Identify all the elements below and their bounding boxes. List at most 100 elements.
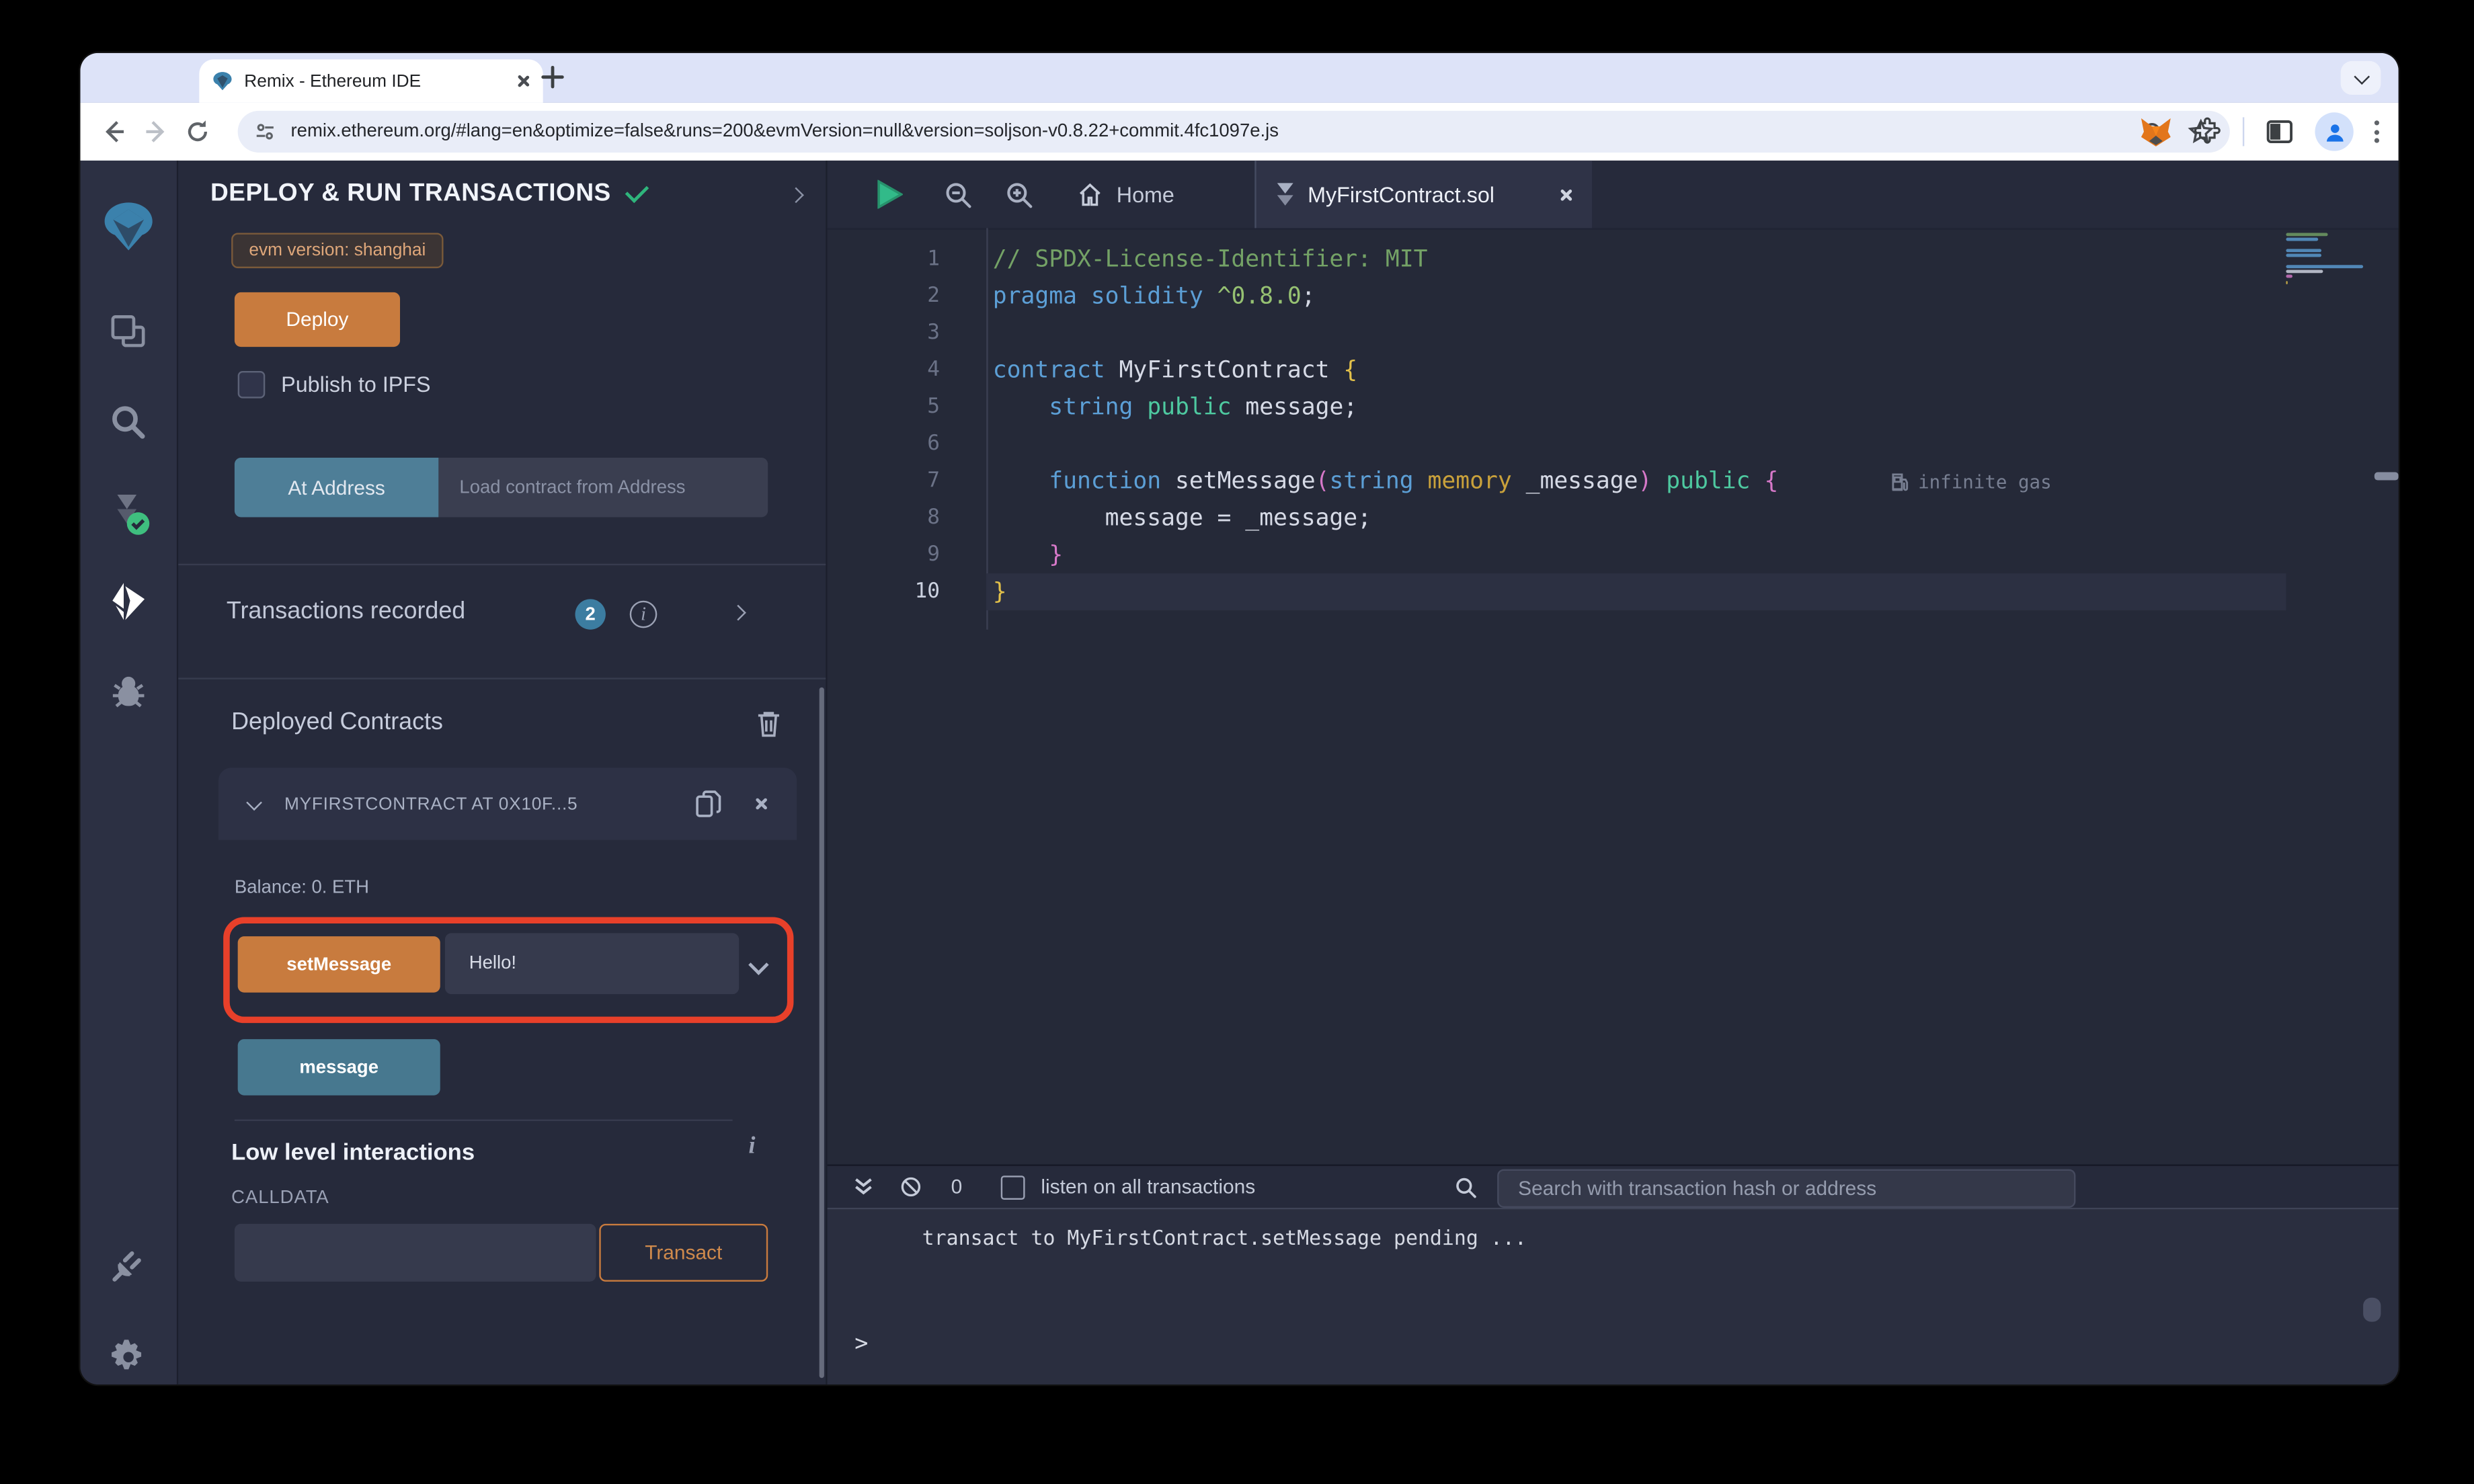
listen-transactions-checkbox[interactable] [1000, 1174, 1025, 1199]
chrome-menu-icon[interactable] [2374, 120, 2380, 143]
evm-version-badge: evm version: shanghai [231, 233, 444, 269]
solidity-file-icon [1277, 183, 1293, 206]
tab-home[interactable]: Home [1076, 161, 1174, 228]
zoom-out-icon[interactable] [943, 161, 973, 228]
check-icon [625, 179, 649, 204]
panel-title: DEPLOY & RUN TRANSACTIONS [210, 179, 611, 208]
code-text: contract MyFirstContract { [992, 357, 1358, 383]
back-button[interactable] [93, 111, 135, 153]
terminal-log-line: transact to MyFirstContract.setMessage p… [922, 1225, 1527, 1250]
clear-console-icon[interactable] [900, 1176, 922, 1198]
code-line[interactable]: 4 contract MyFirstContract { [828, 352, 2286, 388]
chevron-right-icon[interactable] [788, 186, 804, 202]
line-number: 8 [927, 505, 940, 530]
editor-scrollbar-marker[interactable] [2374, 472, 2399, 481]
editor-area: Home MyFirstContract.sol 1 // SPDX-Licens… [827, 160, 2399, 1385]
tab-myfirstcontract[interactable]: MyFirstContract.sol [1254, 160, 1593, 229]
browser-tab[interactable]: Remix - Ethereum IDE [199, 59, 543, 103]
tab-close-icon[interactable] [516, 74, 530, 89]
line-number: 5 [927, 395, 940, 419]
settings-gear-icon[interactable] [80, 1336, 176, 1378]
code-line[interactable]: 10} [827, 573, 2286, 611]
code-text: pragma solidity ^0.8.0; [992, 283, 1316, 309]
code-line[interactable]: 6 [828, 425, 2286, 462]
side-panel-icon[interactable] [2265, 117, 2294, 146]
at-address-input[interactable] [438, 458, 768, 518]
chevron-right-icon[interactable] [730, 604, 746, 621]
code-line[interactable]: 7 function setMessage(string memory _mes… [828, 462, 2286, 499]
line-number: 2 [927, 284, 940, 308]
pending-tx-count: 0 [951, 1176, 963, 1198]
set-message-input[interactable] [444, 933, 740, 995]
tab-title: Remix - Ethereum IDE [244, 71, 422, 91]
run-script-icon[interactable] [875, 161, 903, 228]
extensions-icon[interactable] [2193, 117, 2222, 146]
panel-title-row: DEPLOY & RUN TRANSACTIONS [210, 179, 804, 209]
info-icon[interactable]: i [749, 1134, 756, 1161]
line-number: 10 [914, 579, 940, 604]
chevron-down-icon[interactable] [246, 794, 262, 811]
solidity-compiler-icon[interactable] [80, 490, 176, 538]
expand-params-icon[interactable] [748, 952, 769, 981]
transact-button[interactable]: Transact [599, 1223, 768, 1282]
code-editor[interactable]: 1 // SPDX-License-Identifier: MIT 2 pragma … [827, 228, 2399, 1164]
calldata-label: CALLDATA [231, 1188, 329, 1208]
terminal-output[interactable]: transact to MyFirstContract.setMessage p… [827, 1209, 2399, 1385]
search-icon[interactable] [80, 401, 176, 443]
remix-logo[interactable] [80, 199, 176, 253]
line-number: 1 [927, 247, 940, 272]
message-getter-button[interactable]: message [237, 1039, 440, 1096]
code-line[interactable]: 5 string public message; [828, 388, 2286, 425]
screen: Remix - Ethereum IDE remix.ethereum.org/… [0, 0, 2474, 1484]
low-level-title: Low level interactions [231, 1140, 475, 1166]
line-number: 6 [927, 431, 940, 456]
line-number: 7 [927, 468, 940, 493]
plugin-manager-icon[interactable] [80, 1245, 176, 1286]
listen-transactions-label: listen on all transactions [1041, 1176, 1256, 1198]
toolbar-divider [2242, 117, 2245, 147]
panel-scrollbar[interactable] [819, 687, 824, 1378]
tab-strip: Remix - Ethereum IDE [80, 52, 2399, 142]
debugger-icon[interactable] [80, 671, 176, 713]
icon-sidebar [80, 160, 179, 1385]
divider [234, 1119, 733, 1121]
code-line[interactable]: 8 message = _message; [828, 499, 2286, 536]
metamask-icon[interactable] [2140, 116, 2172, 148]
close-tab-icon[interactable] [1558, 187, 1573, 202]
remix-app: DEPLOY & RUN TRANSACTIONS evm version: s… [80, 160, 2399, 1385]
forward-button[interactable] [135, 111, 177, 153]
deployed-contract-card[interactable]: MYFIRSTCONTRACT AT 0X10F...5 [218, 768, 797, 840]
deploy-button[interactable]: Deploy [234, 292, 401, 347]
zoom-in-icon[interactable] [1004, 161, 1035, 228]
home-icon [1079, 182, 1101, 206]
deployed-contracts-title: Deployed Contracts [231, 708, 443, 736]
new-tab-button[interactable] [541, 65, 571, 96]
tab-search-button[interactable] [2340, 60, 2381, 95]
line-number: 9 [927, 542, 940, 567]
transactions-count-badge: 2 [575, 599, 606, 630]
code-line[interactable]: 3 [828, 315, 2286, 352]
terminal-scroll-handle[interactable] [2363, 1297, 2381, 1322]
info-icon[interactable]: i [629, 600, 657, 628]
file-explorer-icon[interactable] [80, 312, 176, 354]
code-line[interactable]: 1 // SPDX-License-Identifier: MIT [828, 241, 2286, 278]
remix-favicon [213, 72, 232, 91]
code-line[interactable]: 9 } [828, 536, 2286, 573]
expand-terminal-icon[interactable] [853, 1176, 874, 1198]
code-lines: 1 // SPDX-License-Identifier: MIT 2 pragma … [827, 241, 2286, 611]
deploy-run-icon[interactable] [80, 581, 176, 623]
terminal-search-input[interactable] [1497, 1169, 2076, 1208]
close-icon[interactable] [754, 796, 768, 811]
url-bar[interactable]: remix.ethereum.org/#lang=en&optimize=fal… [237, 110, 2230, 153]
publish-ipfs-checkbox[interactable] [237, 370, 266, 399]
copy-icon[interactable] [696, 789, 721, 818]
code-line[interactable]: 2 pragma solidity ^0.8.0; [828, 278, 2286, 315]
at-address-button[interactable]: At Address [234, 458, 439, 518]
reload-button[interactable] [177, 111, 218, 153]
set-message-button[interactable]: setMessage [237, 936, 440, 993]
site-settings-icon[interactable] [254, 120, 276, 142]
profile-avatar[interactable] [2315, 112, 2354, 151]
calldata-input[interactable] [234, 1223, 596, 1282]
minimap[interactable] [2286, 233, 2371, 286]
trash-icon[interactable] [757, 710, 781, 737]
